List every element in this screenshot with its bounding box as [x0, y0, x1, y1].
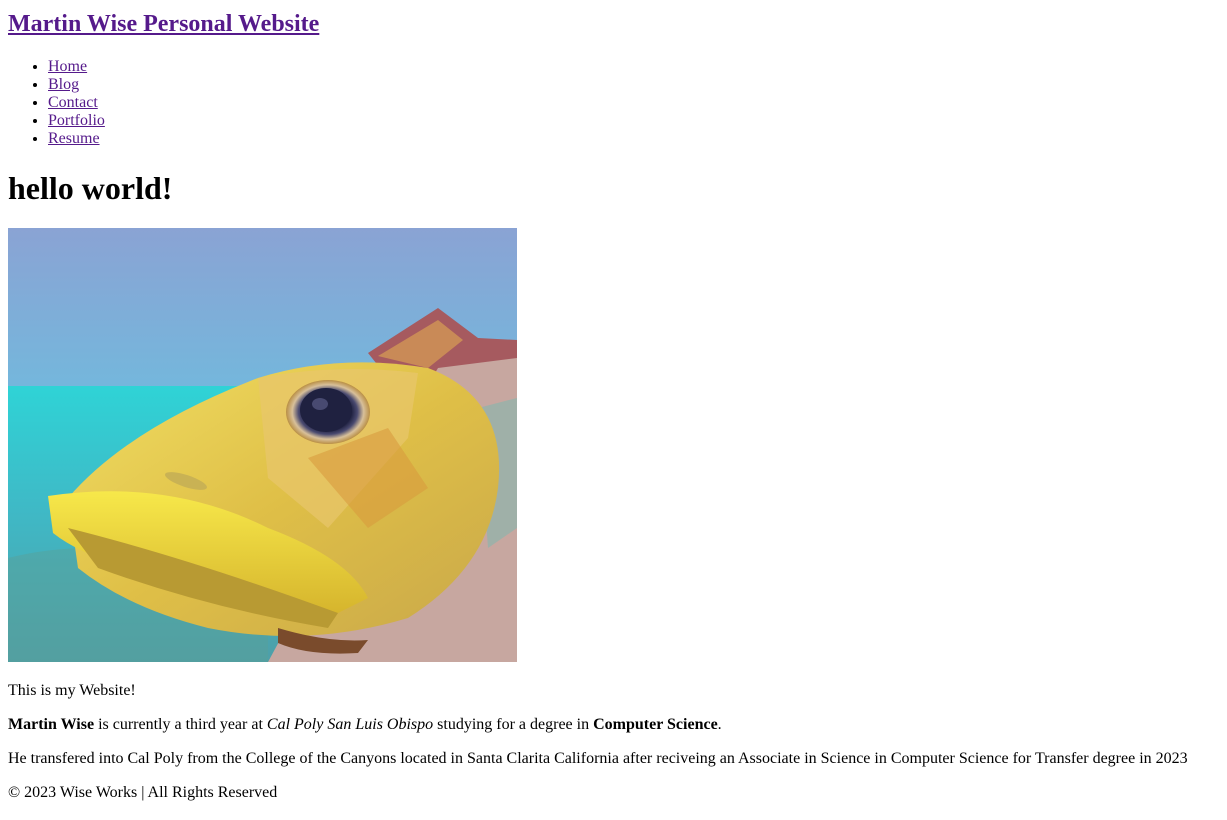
nav-item-blog: Blog — [48, 76, 105, 94]
page-heading: hello world! — [8, 170, 173, 206]
nav-link-resume[interactable]: Resume — [48, 130, 100, 147]
fish-image — [8, 228, 517, 662]
nav-link-portfolio[interactable]: Portfolio — [48, 112, 105, 129]
bio-name: Martin Wise — [8, 716, 95, 733]
site-title-link[interactable]: Martin Wise Personal Website — [8, 11, 319, 37]
intro-text: This is my Website! — [8, 682, 136, 699]
nav-link-home[interactable]: Home — [48, 58, 87, 75]
nav-item-portfolio: Portfolio — [48, 112, 105, 130]
main-nav: Home Blog Contact Portfolio Resume — [8, 58, 105, 148]
footer-copyright: © 2023 Wise Works | All Rights Reserved — [8, 784, 278, 801]
bio-text-2: studying for a degree in — [433, 716, 594, 733]
bio-text-1: is currently a third year at — [94, 716, 267, 733]
nav-item-home: Home — [48, 58, 105, 76]
nav-link-blog[interactable]: Blog — [48, 76, 79, 93]
bio-degree: Computer Science — [593, 716, 718, 733]
nav-link-contact[interactable]: Contact — [48, 94, 98, 111]
nav-item-resume: Resume — [48, 130, 105, 148]
bio-school: Cal Poly San Luis Obispo — [266, 716, 434, 733]
bio-paragraph: Martin Wise is currently a third year at… — [8, 715, 722, 735]
nav-item-contact: Contact — [48, 94, 105, 112]
bio-text-3: . — [717, 716, 722, 733]
transfer-text: He transfered into Cal Poly from the Col… — [8, 750, 1188, 767]
site-title: Martin Wise Personal Website — [8, 10, 319, 38]
